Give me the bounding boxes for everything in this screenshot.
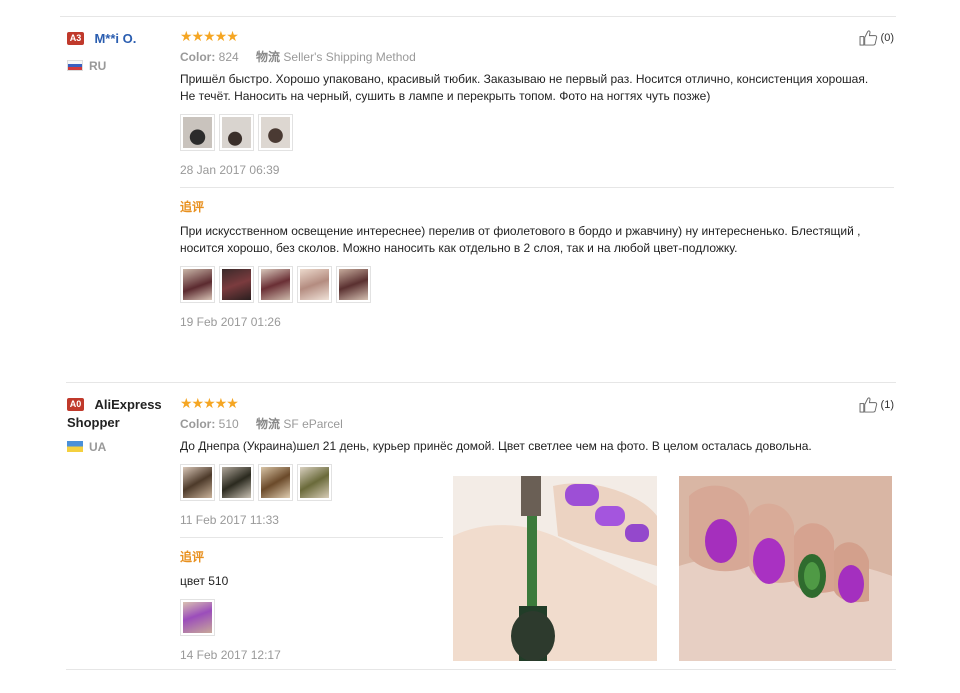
- review-content: ★★★★★ Color: 824 物流 Seller's Shipping Me…: [180, 29, 900, 329]
- color-label: Color:: [180, 417, 216, 431]
- photo-thumbnail[interactable]: [180, 599, 215, 636]
- photo-thumbnail[interactable]: [219, 464, 254, 501]
- shipping-label: 物流: [256, 417, 281, 431]
- photo-thumbnail[interactable]: [297, 464, 332, 501]
- rating-stars: ★★★★★: [180, 395, 239, 411]
- rating-stars: ★★★★★: [180, 28, 239, 44]
- country-code: RU: [89, 59, 107, 73]
- reviewer-info: A0 AliExpress Shopper UA: [67, 396, 177, 456]
- photo-thumbnail[interactable]: [258, 266, 293, 303]
- color-label: Color:: [180, 50, 216, 64]
- reviewer-info: A3 M**i O. RU: [67, 30, 136, 75]
- reviewer-country: RU: [67, 57, 136, 75]
- photo-thumbnail[interactable]: [258, 464, 293, 501]
- review-divider: [66, 382, 896, 383]
- shipping-label: 物流: [256, 50, 281, 64]
- review-text: Пришёл быстро. Хорошо упаковано, красивы…: [180, 72, 869, 103]
- review-photos: [180, 114, 900, 151]
- review-text: До Днепра (Украина)шел 21 день, курьер п…: [180, 439, 812, 453]
- bottom-divider: [66, 669, 896, 670]
- followup-label: 追评: [180, 200, 205, 214]
- shipping-value: Seller's Shipping Method: [283, 50, 416, 64]
- followup-divider: [180, 537, 443, 538]
- level-badge: A0: [67, 398, 84, 412]
- reviewer-country: UA: [67, 438, 177, 456]
- color-value: 510: [218, 417, 239, 431]
- followup-date: 19 Feb 2017 01:26: [180, 315, 281, 329]
- review-date: 28 Jan 2017 06:39: [180, 163, 280, 177]
- photo-thumbnail[interactable]: [219, 114, 254, 151]
- photo-thumbnail[interactable]: [219, 266, 254, 303]
- photo-thumbnail[interactable]: [180, 464, 215, 501]
- followup-divider: [180, 187, 894, 188]
- expanded-photo[interactable]: [453, 476, 657, 661]
- country-code: UA: [89, 440, 107, 454]
- photo-thumbnail[interactable]: [180, 266, 215, 303]
- followup-text: При искусственном освещение интереснее) …: [180, 224, 861, 255]
- top-divider: [60, 16, 896, 17]
- photo-thumbnail[interactable]: [180, 114, 215, 151]
- photo-thumbnail[interactable]: [336, 266, 371, 303]
- photo-thumbnail[interactable]: [297, 266, 332, 303]
- order-info: Color: 824 物流 Seller's Shipping Method: [180, 48, 900, 65]
- color-value: 824: [218, 50, 239, 64]
- shipping-value: SF eParcel: [283, 417, 343, 431]
- photo-thumbnail[interactable]: [258, 114, 293, 151]
- level-badge: A3: [67, 32, 84, 46]
- ua-flag-icon: [67, 441, 83, 453]
- followup-section: 追评 При искусственном освещение интересне…: [180, 198, 900, 329]
- reviewer-name[interactable]: M**i O.: [94, 31, 136, 46]
- ru-flag-icon: [67, 60, 83, 72]
- expanded-photo[interactable]: [679, 476, 892, 661]
- order-info: Color: 510 物流 SF eParcel: [180, 415, 900, 432]
- followup-photos: [180, 266, 900, 303]
